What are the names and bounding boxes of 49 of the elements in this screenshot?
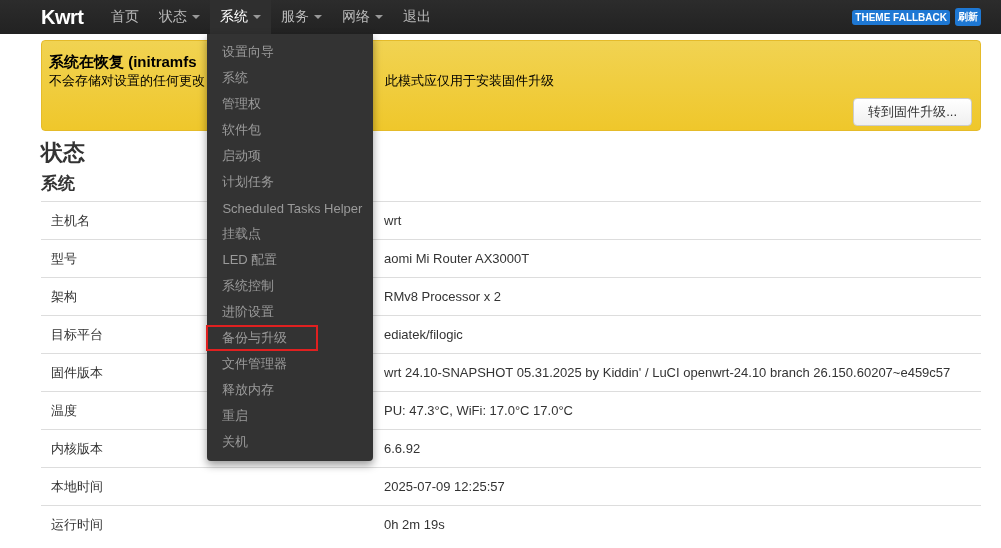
menu-item[interactable]: 系统	[206, 65, 374, 91]
brand-logo[interactable]: Kwrt	[41, 0, 84, 34]
menu-item[interactable]: 设置向导	[206, 39, 374, 65]
row-label: 架构	[50, 287, 77, 306]
firmware-upgrade-button[interactable]: 转到固件升级...	[853, 98, 972, 126]
alert-text: 此模式应仅用于安装固件升级	[385, 72, 554, 90]
section-heading: 系统	[41, 173, 75, 195]
nav-item[interactable]: 首页	[101, 0, 150, 34]
row-label: 温度	[50, 401, 77, 420]
menu-item[interactable]: 进阶设置	[206, 299, 374, 325]
nav-item[interactable]: 状态	[149, 0, 211, 34]
menu-item[interactable]: 系统控制	[206, 273, 374, 299]
row-value: 0h 2m 19s	[384, 517, 445, 532]
row-label: 运行时间	[50, 515, 103, 534]
badge[interactable]: THEME FALLBACK	[852, 9, 950, 25]
menu-item[interactable]: 管理权	[206, 91, 374, 117]
menu-item[interactable]: 重启	[206, 403, 374, 429]
row-value: wrt 24.10-SNAPSHOT 05.31.2025 by Kiddin' / LuCI openwrt-24.10 branch 26.150.60207~e459c57	[384, 365, 951, 380]
nav-item[interactable]: 退出	[393, 0, 442, 34]
row-value: 2025-07-09 12:25:57	[384, 479, 505, 494]
row-value: ediatek/filogic	[384, 327, 463, 342]
row-value: wrt	[384, 213, 402, 228]
menu-item[interactable]: 备份与升级	[206, 325, 319, 351]
row-value: aomi Mi Router AX3000T	[384, 251, 530, 266]
menu-item[interactable]: 释放内存	[206, 377, 374, 403]
menu-item[interactable]: Scheduled Tasks Helper	[206, 195, 374, 221]
row-label: 内核版本	[50, 439, 103, 458]
menu-item[interactable]: 启动项	[206, 143, 374, 169]
row-label: 本地时间	[50, 477, 103, 496]
nav-item[interactable]: 服务	[271, 0, 333, 34]
badge[interactable]: 刷新	[955, 8, 981, 26]
alert-text: 不会存储对设置的任何更改	[49, 72, 205, 90]
row-value: PU: 47.3°C, WiFi: 17.0°C 17.0°C	[384, 403, 573, 418]
menu-item[interactable]: 文件管理器	[206, 351, 374, 377]
menu-item[interactable]: 软件包	[206, 117, 374, 143]
alert-title: 系统在恢复 (initramfs	[49, 52, 198, 72]
row-label: 主机名	[50, 211, 90, 230]
row-label: 固件版本	[50, 363, 103, 382]
nav-item[interactable]: 网络	[332, 0, 394, 34]
menu-item[interactable]: LED 配置	[206, 247, 374, 273]
row-label: 目标平台	[50, 325, 103, 344]
row-label: 型号	[50, 249, 77, 268]
row-value: 6.6.92	[384, 441, 421, 456]
nav-item[interactable]: 系统	[210, 0, 272, 34]
menu-item[interactable]: 关机	[206, 429, 374, 455]
menu-item[interactable]: 挂载点	[206, 221, 374, 247]
row-value: RMv8 Processor x 2	[384, 289, 502, 304]
page-heading: 状态	[41, 139, 85, 167]
menu-item[interactable]: 计划任务	[206, 169, 374, 195]
